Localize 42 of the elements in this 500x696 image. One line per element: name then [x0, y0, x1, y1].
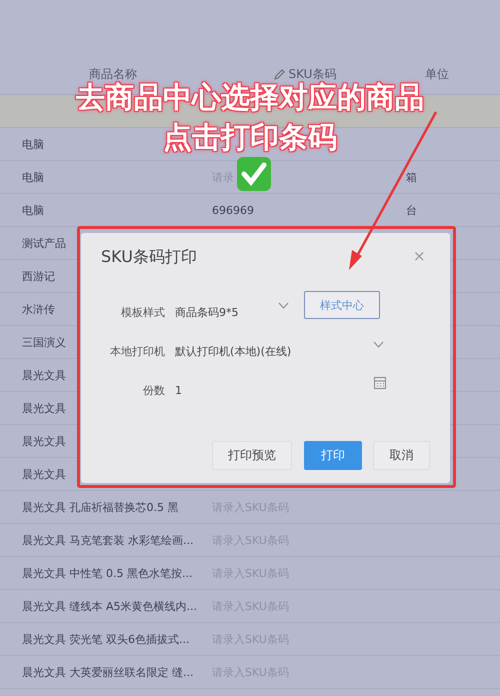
table-cell-text: 696969	[211, 204, 254, 216]
table-cell-text: 测试产品	[21, 236, 66, 250]
close-button[interactable]: ×	[413, 247, 426, 265]
caption-text: 去商品中心选择对应的商品	[76, 80, 424, 116]
table-cell-text: 三国演义	[21, 334, 66, 350]
table-cell-text: 电脑	[21, 202, 44, 218]
field-label: 模板样式	[120, 305, 166, 320]
field-label: 份数	[142, 383, 166, 398]
caption-text: 点击打印条码	[163, 119, 337, 156]
column-header: 单位	[424, 66, 450, 82]
table-cell-text: 电脑	[21, 170, 44, 184]
table-cell-text: 水浒传	[21, 302, 55, 316]
table-cell-text: 西游记	[21, 268, 55, 284]
table-cell-text: 晨光文具	[21, 400, 66, 416]
field-value[interactable]: 1	[175, 384, 182, 397]
table-cell-text: 台	[405, 202, 417, 218]
table-cell-text: 电脑	[21, 136, 44, 152]
chevron-icon	[373, 341, 384, 348]
field-value[interactable]: 商品条码9*5	[175, 305, 238, 320]
column-header: 商品名称	[88, 66, 138, 82]
field-value[interactable]: 默认打印机(本地)(在线)	[175, 344, 292, 359]
table-cell-text: 晨光文具 中性笔 0.5 黑色水笔按...	[21, 566, 192, 580]
check-icon	[236, 156, 272, 192]
table-cell-text: 晨光文具	[21, 434, 66, 448]
dialog-title: SKU条码打印	[101, 247, 197, 268]
dialog-button[interactable]: 取消	[373, 441, 430, 470]
table-cell-text: 晨光文具 缝线本 A5米黄色横线内...	[21, 598, 198, 614]
dialog-button[interactable]: 打印预览	[212, 441, 292, 470]
table-cell-text: 晨光文具	[21, 368, 66, 382]
table-cell-text: 晨光文具	[21, 466, 66, 482]
calculator-icon	[374, 377, 386, 389]
table-cell-text: 箱	[405, 170, 417, 184]
table-cell-text: 晨光文具 孔庙祈福替换芯0.5 黑	[21, 500, 178, 514]
style-center-button[interactable]: 样式中心	[304, 291, 380, 319]
print-button[interactable]: 打印	[304, 441, 362, 470]
chevron-icon	[278, 302, 289, 309]
edit-icon	[274, 68, 285, 80]
table-cell-text: 晨光文具 荧光笔 双头6色插拔式...	[21, 632, 190, 646]
field-label: 本地打印机	[109, 344, 166, 359]
column-header: SKU条码	[288, 66, 336, 82]
table-cell-text: 晨光文具 马克笔套装 水彩笔绘画...	[21, 532, 194, 548]
table-cell-text: 晨光文具 大英爱丽丝联名限定 缝...	[21, 664, 194, 680]
